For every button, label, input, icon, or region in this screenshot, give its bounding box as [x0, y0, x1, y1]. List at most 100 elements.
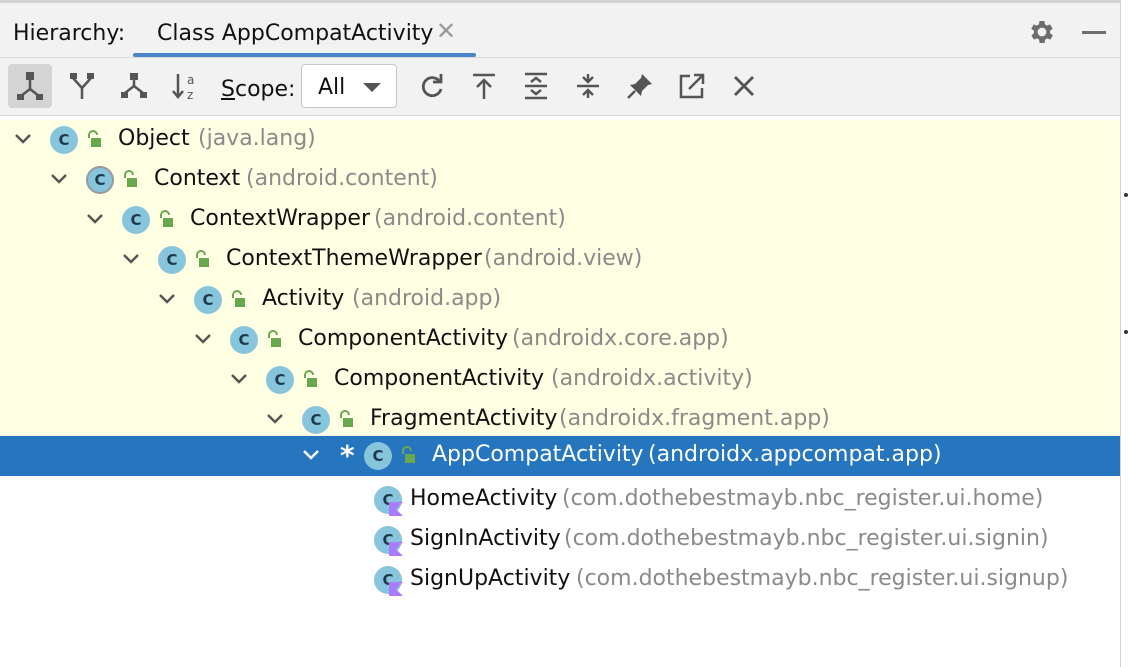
class-name: ContextWrapper — [190, 206, 370, 231]
sort-alphabetically-icon: a z — [172, 73, 194, 101]
gutter-marker — [1124, 193, 1128, 197]
hierarchy-header: Hierarchy: Class AppCompatActivity ✕ — [0, 3, 1120, 58]
abstract-class-icon: C — [86, 166, 114, 194]
refresh-icon — [421, 74, 443, 98]
kotlin-icon — [389, 502, 403, 516]
chevron-down-icon — [363, 83, 381, 92]
gutter-marker — [1124, 330, 1128, 334]
public-lock-icon — [304, 370, 317, 387]
pin-icon — [627, 74, 652, 99]
package-name: (android.content) — [246, 166, 438, 191]
close-icon[interactable]: ✕ — [436, 17, 456, 45]
tree-row[interactable]: C ContextWrapper (android.content) — [0, 200, 1120, 240]
package-name: (androidx.appcompat.app) — [648, 442, 942, 467]
svg-text:z: z — [187, 88, 193, 101]
tree-row[interactable]: C ComponentActivity (androidx.core.app) — [0, 320, 1120, 360]
tab-label: Class AppCompatActivity — [157, 21, 434, 46]
tree-row[interactable]: C Context (android.content) — [0, 160, 1120, 200]
scroll-to-top-button[interactable] — [462, 64, 506, 108]
class-icon: C — [230, 326, 258, 354]
public-lock-icon — [88, 130, 101, 147]
class-icon: C — [266, 366, 294, 394]
class-name: FragmentActivity — [370, 406, 558, 431]
scope-value: All — [318, 75, 346, 100]
supertypes-hierarchy-icon — [17, 72, 43, 100]
class-name: Context — [154, 166, 241, 191]
chevron-down-icon[interactable] — [265, 409, 285, 429]
package-name: (android.app) — [352, 286, 502, 311]
tree-row[interactable]: C SignInActivity (com.dothebestmayb.nbc_… — [0, 520, 1120, 560]
expand-all-button[interactable] — [514, 64, 558, 108]
close-panel-button[interactable] — [722, 64, 766, 108]
scroll-to-top-icon — [473, 73, 495, 99]
chevron-down-icon[interactable] — [157, 289, 177, 309]
tree-row[interactable]: C ComponentActivity (androidx.activity) — [0, 360, 1120, 400]
tree-row[interactable]: C SignUpActivity (com.dothebestmayb.nbc_… — [0, 560, 1120, 600]
type-hierarchy-button[interactable] — [112, 64, 156, 108]
class-name: ContextThemeWrapper — [226, 246, 482, 271]
package-name: (com.dothebestmayb.nbc_register.ui.signu… — [576, 566, 1069, 591]
chevron-down-icon[interactable] — [85, 209, 105, 229]
public-lock-icon — [232, 290, 245, 307]
chevron-down-icon[interactable] — [301, 445, 321, 465]
chevron-down-icon[interactable] — [49, 169, 69, 189]
chevron-down-icon[interactable] — [229, 369, 249, 389]
pin-button[interactable] — [618, 64, 662, 108]
current-class-marker: * — [340, 439, 355, 472]
expand-all-icon — [525, 72, 547, 100]
open-in-editor-button[interactable] — [670, 64, 714, 108]
supertypes-hierarchy-button[interactable] — [8, 64, 52, 108]
hierarchy-label: Hierarchy: — [13, 21, 126, 46]
public-lock-icon — [402, 446, 415, 463]
refresh-button[interactable] — [410, 64, 454, 108]
class-name: Activity — [262, 286, 345, 311]
hierarchy-toolbar: a z Scope: All — [0, 58, 1120, 116]
minimize-icon[interactable] — [1082, 31, 1106, 34]
kotlin-icon — [389, 582, 403, 596]
scope-dropdown[interactable]: All — [301, 64, 397, 108]
class-icon: C — [194, 286, 222, 314]
package-name: (com.dothebestmayb.nbc_register.ui.home) — [562, 486, 1044, 511]
chevron-down-icon[interactable] — [13, 129, 33, 149]
tree-row[interactable]: C Object (java.lang) — [0, 120, 1120, 160]
open-in-editor-icon — [679, 73, 705, 99]
chevron-down-icon[interactable] — [193, 329, 213, 349]
package-name: (android.view) — [484, 246, 643, 271]
package-name: (androidx.fragment.app) — [559, 406, 830, 431]
class-name: SignUpActivity — [410, 566, 571, 591]
svg-text:a: a — [187, 73, 194, 87]
kotlin-icon — [389, 542, 403, 556]
package-name: (android.content) — [374, 206, 566, 231]
public-lock-icon — [124, 170, 137, 187]
chevron-down-icon[interactable] — [121, 249, 141, 269]
tree-row[interactable]: C FragmentActivity (androidx.fragment.ap… — [0, 400, 1120, 440]
class-icon: C — [158, 246, 186, 274]
collapse-all-button[interactable] — [566, 64, 610, 108]
collapse-all-icon — [577, 74, 599, 98]
tab-active-indicator — [133, 53, 476, 57]
class-name: HomeActivity — [410, 486, 558, 511]
class-name: ComponentActivity — [298, 326, 508, 351]
package-name: (androidx.activity) — [551, 366, 753, 391]
class-name: AppCompatActivity — [432, 442, 644, 467]
close-icon — [734, 76, 754, 96]
public-lock-icon — [268, 330, 281, 347]
tab-class-appcompatactivity[interactable]: Class AppCompatActivity ✕ — [133, 3, 476, 57]
type-hierarchy-icon — [121, 73, 147, 98]
subtypes-hierarchy-icon — [70, 73, 94, 99]
tree-row[interactable]: C Activity (android.app) — [0, 280, 1120, 320]
gear-icon[interactable] — [1027, 17, 1057, 47]
class-icon: C — [364, 442, 392, 470]
tree-row[interactable]: C ContextThemeWrapper (android.view) — [0, 240, 1120, 280]
sort-alphabetically-button[interactable]: a z — [164, 64, 208, 108]
class-name: SignInActivity — [410, 526, 561, 551]
tree-row[interactable]: C HomeActivity (com.dothebestmayb.nbc_re… — [0, 480, 1120, 520]
scope-label: Scope: — [221, 77, 296, 102]
class-name: Object — [118, 126, 190, 151]
class-icon: C — [50, 126, 78, 154]
package-name: (java.lang) — [198, 126, 316, 151]
subtypes-hierarchy-button[interactable] — [60, 64, 104, 108]
tree-row-selected[interactable]: * C AppCompatActivity (androidx.appcompa… — [0, 436, 1120, 476]
class-icon: C — [122, 206, 150, 234]
class-name: ComponentActivity — [334, 366, 544, 391]
